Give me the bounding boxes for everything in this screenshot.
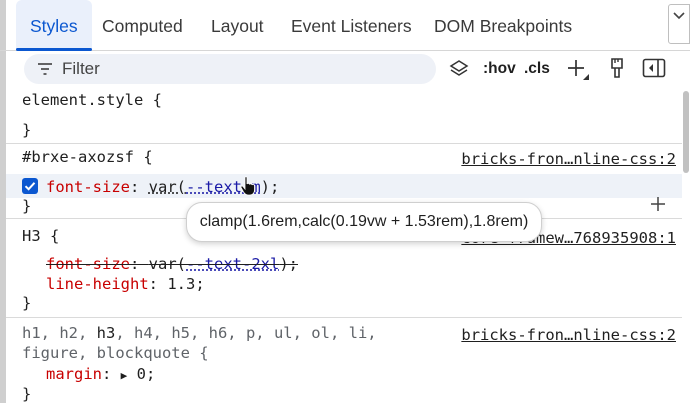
property-name: margin <box>46 365 102 383</box>
filter-input[interactable]: Filter <box>24 54 436 84</box>
rule-close-brace: } <box>22 292 31 314</box>
rule-selector[interactable]: element.style { <box>22 89 162 111</box>
checkmark-icon <box>22 178 38 194</box>
hand-cursor-icon <box>240 176 256 196</box>
property-name: font-size <box>46 255 130 273</box>
filter-placeholder: Filter <box>62 54 100 84</box>
property-name: font-size <box>46 178 130 196</box>
rule-selector[interactable]: h1, h2, h3, h4, h5, h6, p, ul, ol, li, <box>22 322 377 344</box>
panel-tab-bar: Styles Computed Layout Event Listeners D… <box>0 0 690 51</box>
tab-layout[interactable]: Layout <box>211 0 264 50</box>
variable-value-tooltip: clamp(1.6rem,calc(0.19vw + 1.53rem),1.8r… <box>186 202 542 242</box>
margin-declaration[interactable]: margin: ▶ 0; <box>46 363 155 387</box>
styles-scrollbar[interactable] <box>682 87 690 403</box>
more-tabs-button[interactable] <box>668 4 690 44</box>
rule-close-brace: } <box>22 195 31 217</box>
declaration-end: ); <box>261 178 280 196</box>
property-value: 0; <box>127 365 155 383</box>
line-height-declaration[interactable]: line-height: 1.3; <box>46 273 205 295</box>
declaration-end: ); <box>279 255 298 273</box>
selector-part: h1, h2, <box>22 324 97 342</box>
overridden-font-size-declaration[interactable]: font-size: var(--text-2xl); <box>46 253 298 275</box>
paint-brush-icon[interactable] <box>608 57 626 81</box>
hover-state-button[interactable]: :hov <box>483 54 516 84</box>
property-value: : 1.3; <box>149 275 205 293</box>
plus-icon[interactable] <box>566 58 590 82</box>
filter-lines-icon <box>37 61 53 77</box>
tab-dom-breakpoints[interactable]: DOM Breakpoints <box>434 0 572 50</box>
rule-close-brace: } <box>22 119 31 141</box>
headings-rule: h1, h2, h3, h4, h5, h6, p, ul, ol, li, b… <box>6 318 682 418</box>
rule-selector[interactable]: H3 { <box>22 225 59 247</box>
rule-source-link[interactable]: bricks-fron…nline-css:2 <box>461 148 676 170</box>
panel-left-edge <box>0 0 6 50</box>
tab-event-listeners[interactable]: Event Listeners <box>291 0 412 50</box>
property-colon: : <box>130 178 149 196</box>
property-name: line-height <box>46 275 149 293</box>
property-colon: : <box>102 365 121 383</box>
styles-toolbar: Filter :hov .cls <box>0 51 690 87</box>
rule-source-link[interactable]: bricks-fron…nline-css:2 <box>461 324 676 346</box>
scrollbar-thumb[interactable] <box>683 91 689 173</box>
css-variable-link[interactable]: --text-2xl <box>186 255 279 273</box>
var-function: var( <box>149 255 186 273</box>
property-colon: : <box>130 255 149 273</box>
chevron-down-icon <box>672 11 686 21</box>
matched-selector: h3 <box>97 324 116 342</box>
panel-left-edge <box>0 51 6 87</box>
tab-styles[interactable]: Styles <box>16 0 92 50</box>
rule-selector-continued[interactable]: figure, blockquote { <box>22 342 209 364</box>
declaration-checkbox[interactable] <box>22 178 38 194</box>
tab-computed[interactable]: Computed <box>102 0 183 50</box>
element-style-rule: element.style { } <box>6 87 682 144</box>
selector-part: , h4, h5, h6, p, ul, ol, li, <box>115 324 376 342</box>
rule-close-brace: } <box>22 383 31 405</box>
toggle-sidebar-icon[interactable] <box>642 58 666 78</box>
rule-selector[interactable]: #brxe-axozsf { <box>22 146 153 168</box>
add-declaration-plus-icon[interactable] <box>650 196 666 212</box>
var-function: var( <box>149 178 186 196</box>
class-toggle-button[interactable]: .cls <box>524 54 550 84</box>
layers-icon[interactable] <box>449 59 469 79</box>
